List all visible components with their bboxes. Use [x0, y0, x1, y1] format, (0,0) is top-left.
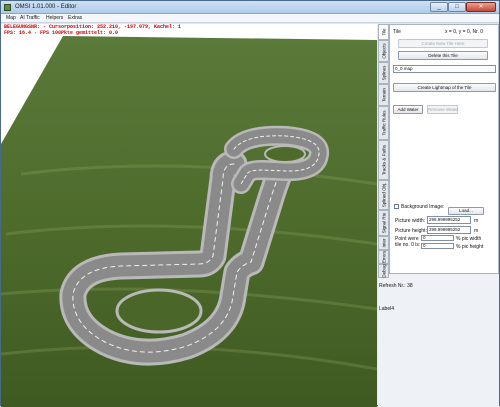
tab-splined-obj[interactable]: Splined Obj. [378, 180, 389, 210]
menu-ai-traffic[interactable]: AI Traffic [20, 15, 40, 21]
load-image-button[interactable]: Load... [448, 207, 484, 215]
tab-splines-label: Splines [381, 65, 386, 81]
create-tile-button[interactable]: Create New Tile Here [398, 39, 488, 48]
vertical-tab-strip: Tile Objects Splines Terrain Traffic Rul… [378, 24, 389, 278]
menu-extras[interactable]: Extras [68, 15, 82, 21]
tab-inter-label: Inter [381, 238, 386, 248]
pic-width-percent-label: % pic width [456, 236, 482, 242]
point-label-line2: tile no. 0 is: [395, 242, 421, 248]
picture-width-label: Picture width: [395, 218, 426, 224]
tab-tile-label: Tile [381, 28, 386, 36]
pic-height-percent-label: % pic height [456, 244, 484, 250]
menu-helpers[interactable]: Helpers [46, 15, 63, 21]
tab-splined-obj-label: Splined Obj. [381, 182, 386, 208]
3d-viewport[interactable]: BELEGUNGSNR: - Cursorposition: 252.210, … [1, 24, 377, 407]
picture-height-field[interactable]: 299.999995252 [427, 226, 471, 234]
minimize-button[interactable]: _ [430, 2, 448, 12]
point-y-field[interactable]: 0 [421, 243, 454, 249]
tab-terrain[interactable]: Terrain [378, 84, 389, 106]
remove-water-button[interactable]: Remove Water [427, 105, 458, 114]
status-label: Label4 [379, 306, 395, 312]
tab-objects[interactable]: Objects [378, 40, 389, 62]
close-button[interactable]: ✕ [466, 2, 496, 12]
terrain-scene[interactable] [1, 24, 377, 407]
add-water-button[interactable]: Add Water [393, 105, 423, 114]
create-lightmap-button[interactable]: Create Lightmap of the Tile [393, 83, 496, 92]
tab-splines[interactable]: Splines [378, 62, 389, 84]
picture-height-label: Picture height: [395, 228, 427, 234]
background-image-label: Background Image: [401, 204, 445, 210]
tile-coordinates: x = 0, y = 0, Nr. 0 [445, 29, 484, 35]
editor-window: OMSI 1.01.000 - Editor _ □ ✕ Map AI Traf… [0, 0, 500, 407]
tab-tile[interactable]: Tile [378, 24, 389, 40]
tab-terrain-label: Terrain [381, 88, 386, 102]
tab-traffic-rules[interactable]: Traffic Rules [378, 106, 389, 140]
tab-debug-label: Debug [381, 264, 386, 278]
menu-bar: Map AI Traffic Helpers Extras [1, 14, 499, 23]
background-image-checkbox[interactable] [394, 204, 399, 209]
tab-inter[interactable]: Inter [378, 236, 389, 250]
picture-width-field[interactable]: 299.999995252 [427, 216, 471, 224]
point-x-field[interactable]: 0 [421, 235, 454, 241]
tab-tracks-paths-label: Tracks & Paths [381, 144, 386, 176]
window-title: OMSI 1.01.000 - Editor [15, 4, 77, 10]
tile-tab-page: Tile x = 0, y = 0, Nr. 0 Create New Tile… [389, 24, 499, 274]
hud-fps: FPS: 16.4 - FPS 100Pkte gemittelt: 0.0 [4, 30, 119, 36]
menu-map[interactable]: Map [6, 15, 16, 21]
picture-height-unit: m [474, 228, 479, 234]
tile-section-title: Tile [393, 29, 401, 35]
tab-errors[interactable]: Errors [378, 250, 389, 264]
tab-traffic-rules-label: Traffic Rules [381, 110, 386, 136]
tab-tracks-paths[interactable]: Tracks & Paths [378, 140, 389, 180]
app-icon [4, 4, 11, 11]
refresh-count: Refresh Nr.: 38 [379, 283, 413, 289]
tile-filename-field[interactable]: 0_0.map [393, 65, 496, 73]
title-bar[interactable]: OMSI 1.01.000 - Editor _ □ ✕ [1, 1, 499, 14]
picture-width-unit: m [474, 218, 479, 224]
tab-debug[interactable]: Debug [378, 264, 389, 278]
maximize-button[interactable]: □ [448, 2, 466, 12]
tab-errors-label: Errors [381, 250, 386, 264]
tab-objects-label: Objects [381, 43, 386, 59]
tab-signal-rte[interactable]: Signal Rte [378, 210, 389, 236]
tab-signal-rte-label: Signal Rte [381, 212, 386, 234]
delete-tile-button[interactable]: Delete this Tile [398, 51, 488, 60]
